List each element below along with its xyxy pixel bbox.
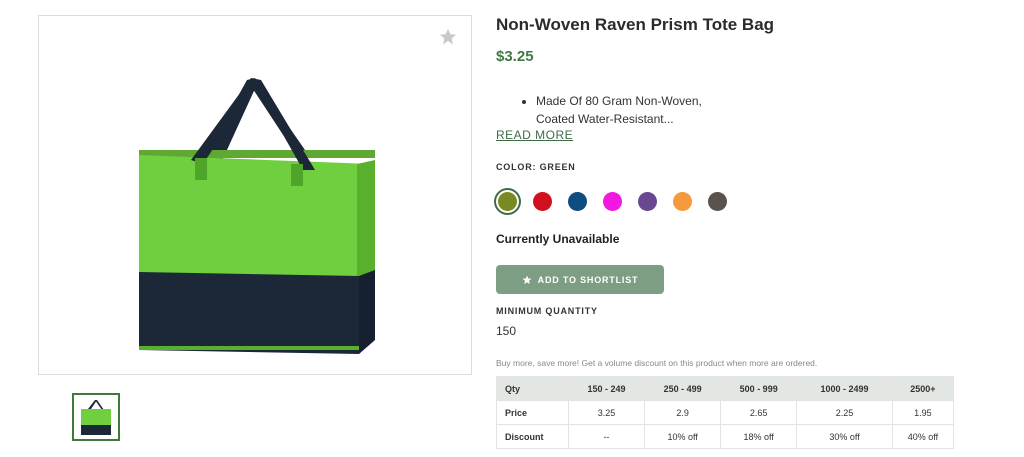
table-cell: 10% off	[644, 424, 722, 449]
description-line-2: Coated Water-Resistant...	[536, 112, 674, 126]
product-title: Non-Woven Raven Prism Tote Bag	[496, 15, 775, 34]
color-swatch-gray[interactable]	[708, 192, 727, 211]
favorite-star-icon[interactable]	[439, 28, 457, 46]
color-swatch-red[interactable]	[533, 192, 552, 211]
table-cell: 18% off	[720, 424, 798, 449]
product-image-frame	[38, 15, 472, 375]
minimum-quantity-value: 150	[496, 324, 517, 338]
product-price: $3.25	[496, 48, 534, 65]
pricing-table: Qty 150 - 249 250 - 499 500 - 999 1000 -…	[496, 376, 955, 449]
read-more-link[interactable]: READ MORE	[496, 128, 573, 142]
color-swatches	[496, 192, 743, 211]
color-swatch-orange[interactable]	[673, 192, 692, 211]
color-label: COLOR: GREEN	[496, 162, 576, 172]
table-cell: 2.25	[796, 400, 893, 425]
table-row: Discount -- 10% off 18% off 30% off 40% …	[496, 424, 955, 449]
minimum-quantity-label: MINIMUM QUANTITY	[496, 306, 598, 316]
table-header-cell: 150 - 249	[567, 376, 646, 401]
table-cell: 2.65	[720, 400, 798, 425]
color-swatch-navy[interactable]	[568, 192, 587, 211]
table-cell: 1.95	[891, 400, 955, 425]
table-cell: 3.25	[567, 400, 646, 425]
availability-status: Currently Unavailable	[496, 232, 620, 246]
color-swatch-green[interactable]	[498, 192, 517, 211]
table-cell: --	[567, 424, 646, 449]
table-cell: 30% off	[796, 424, 893, 449]
description-line-1: Made Of 80 Gram Non-Woven,	[536, 94, 702, 108]
table-row: Price 3.25 2.9 2.65 2.25 1.95	[496, 400, 955, 425]
shortlist-label: ADD TO SHORTLIST	[537, 274, 639, 285]
table-cell: 40% off	[891, 424, 955, 449]
table-header-cell: Qty	[496, 376, 569, 401]
table-header-cell: 500 - 999	[720, 376, 798, 401]
color-swatch-magenta[interactable]	[603, 192, 622, 211]
volume-discount-note: Buy more, save more! Get a volume discou…	[496, 358, 818, 368]
thumbnail-image[interactable]	[72, 393, 120, 441]
table-cell: Discount	[496, 424, 569, 449]
table-header-cell: 2500+	[891, 376, 955, 401]
table-cell: Price	[496, 400, 569, 425]
pricing-header-row: Qty 150 - 249 250 - 499 500 - 999 1000 -…	[496, 376, 955, 401]
table-header-cell: 1000 - 2499	[796, 376, 893, 401]
table-header-cell: 250 - 499	[644, 376, 722, 401]
product-description: Made Of 80 Gram Non-Woven, Coated Water-…	[524, 92, 784, 128]
description-item: Made Of 80 Gram Non-Woven, Coated Water-…	[536, 92, 784, 128]
thumbnail-bag-image	[81, 400, 111, 435]
table-cell: 2.9	[644, 400, 722, 425]
star-icon	[522, 275, 532, 284]
product-image	[139, 78, 375, 354]
color-swatch-purple[interactable]	[638, 192, 657, 211]
add-to-shortlist-button[interactable]: ADD TO SHORTLIST	[496, 265, 664, 294]
